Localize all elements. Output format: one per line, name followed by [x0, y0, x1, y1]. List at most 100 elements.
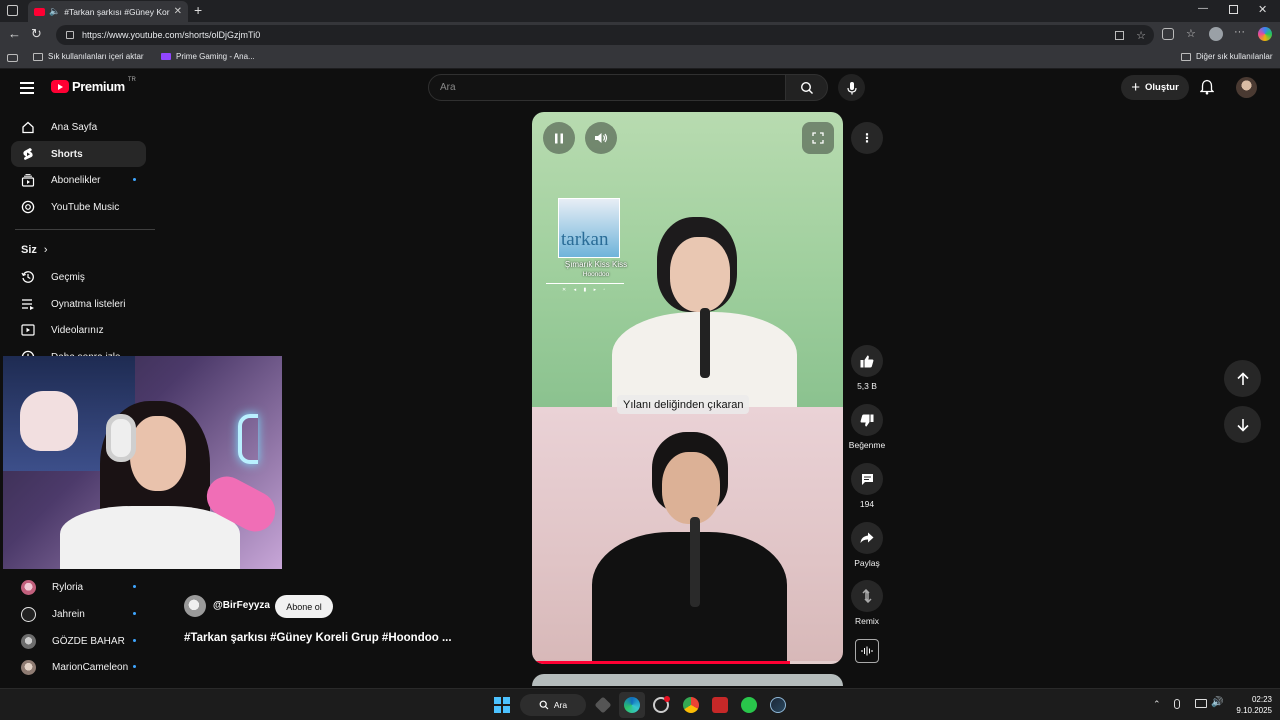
sidebar-item-label: Geçmiş — [51, 271, 85, 283]
short-title[interactable]: #Tarkan şarkısı #Güney Koreli Grup #Hoon… — [184, 632, 484, 644]
close-tab-icon[interactable]: ✕ — [174, 6, 182, 17]
search-button[interactable] — [785, 74, 828, 101]
like-count: 5,3 B — [857, 381, 877, 391]
channel-avatar — [21, 633, 36, 649]
your-videos-icon — [21, 323, 35, 337]
app-icon-5[interactable] — [712, 697, 728, 713]
volume-tray-icon[interactable]: 🔊 — [1211, 697, 1223, 708]
close-window-icon[interactable]: ✕ — [1258, 3, 1267, 16]
browser-tab[interactable]: 🔈 #Tarkan şarkısı #Güney Korel ✕ — [28, 1, 188, 22]
app-available-icon[interactable] — [1115, 30, 1124, 40]
channel-avatar — [21, 659, 36, 675]
other-favorites-link[interactable]: Diğer sık kullanılanlar — [1181, 52, 1272, 61]
more-options-icon[interactable]: ··· — [1234, 26, 1245, 38]
voice-search-button[interactable] — [838, 74, 865, 101]
tab-strip-icon[interactable] — [7, 54, 18, 62]
sidebar-item-playlists[interactable]: Oynatma listeleri — [11, 291, 146, 317]
channel-avatar — [21, 606, 36, 622]
caption-text: Yılanı deliğinden çıkaran — [623, 398, 744, 411]
search-input[interactable]: Ara — [428, 74, 786, 101]
bookmarks-bar: Sık kullanılanları içeri aktar Prime Gam… — [0, 48, 1280, 69]
sidebar-subscription-ryloria[interactable]: Ryloria — [11, 574, 146, 600]
subscriptions-icon — [21, 173, 35, 187]
address-bar[interactable]: https://www.youtube.com/shorts/olDjGzjmT… — [56, 25, 1154, 45]
previous-short-button[interactable] — [1224, 360, 1261, 397]
dislike-button[interactable] — [851, 404, 883, 436]
account-avatar[interactable] — [1236, 77, 1257, 98]
app-icon-1[interactable] — [594, 696, 612, 714]
sidebar-subscription-gozde-bahar[interactable]: GÖZDE BAHAR — [11, 628, 146, 654]
sidebar-item-your-videos[interactable]: Videolarınız — [11, 317, 146, 343]
channel-name[interactable]: @BirFeyyza — [213, 600, 270, 611]
profile-avatar[interactable] — [1209, 27, 1223, 41]
volume-button[interactable] — [585, 122, 617, 154]
remix-button[interactable] — [851, 580, 883, 612]
sidebar-item-shorts[interactable]: Shorts — [11, 141, 146, 167]
minimize-icon[interactable]: — — [1198, 3, 1208, 14]
volume-icon — [595, 133, 608, 143]
app-icon-6[interactable] — [741, 697, 757, 713]
copilot-icon[interactable] — [1258, 27, 1272, 41]
more-actions-button[interactable]: ⋮ — [851, 122, 883, 154]
import-favorites-link[interactable]: Sık kullanılanları içeri aktar — [33, 52, 144, 61]
tab-actions-icon[interactable] — [7, 5, 18, 16]
share-icon — [860, 532, 874, 543]
restore-icon[interactable] — [1229, 5, 1238, 14]
singer-top-microphone — [700, 308, 710, 378]
new-tab-icon[interactable]: + — [194, 2, 202, 18]
webcam-person-face — [130, 416, 186, 491]
clock[interactable]: 02:23 9.10.2025 — [1228, 694, 1272, 716]
pause-icon — [555, 133, 563, 143]
short-video-player[interactable]: tarkan Şımarık Kiss Kiss Hoondoo ✕ ◂ ▮ ▸… — [532, 112, 843, 664]
edge-browser-icon[interactable] — [624, 697, 640, 713]
chevron-up-icon[interactable]: ⌃ — [1153, 699, 1161, 710]
audio-source-button[interactable] — [855, 639, 879, 663]
steam-icon[interactable] — [770, 697, 786, 713]
taskbar-search[interactable]: Ara — [520, 694, 586, 716]
remix-label: Remix — [854, 616, 880, 626]
crown-icon — [161, 53, 171, 60]
video-progress-track[interactable] — [532, 661, 843, 664]
pause-button[interactable] — [543, 122, 575, 154]
windows-start-icon[interactable] — [494, 697, 510, 713]
taskbar: Ara ⌃ 🔊 02:23 9.10.2025 — [0, 688, 1280, 720]
sidebar-subscription-jahrein[interactable]: Jahrein — [11, 601, 146, 627]
clock-time: 02:23 — [1251, 695, 1272, 704]
extensions-icon[interactable] — [1162, 28, 1174, 40]
like-button[interactable] — [851, 345, 883, 377]
fullscreen-button[interactable] — [802, 122, 834, 154]
album-cover: tarkan — [558, 198, 620, 258]
folder-import-icon — [33, 52, 43, 61]
sidebar-item-home[interactable]: Ana Sayfa — [11, 114, 146, 140]
microphone-tray-icon[interactable] — [1174, 699, 1180, 709]
display-tray-icon[interactable] — [1195, 699, 1207, 708]
favorites-icon[interactable]: ☆ — [1186, 27, 1196, 40]
back-icon[interactable]: ← — [8, 26, 21, 41]
sidebar-item-label: Videolarınız — [51, 324, 104, 336]
create-button[interactable]: + Oluştur — [1121, 75, 1189, 100]
subscribe-button[interactable]: Abone ol — [275, 595, 333, 618]
favorite-star-icon[interactable]: ☆ — [1136, 29, 1146, 42]
notifications-button[interactable] — [1200, 79, 1214, 95]
sidebar-item-history[interactable]: Geçmiş — [11, 264, 146, 290]
youtube-favicon-icon — [34, 7, 45, 16]
sidebar-you-header[interactable]: Siz › — [11, 237, 146, 263]
menu-icon[interactable] — [20, 82, 34, 94]
share-button[interactable] — [851, 522, 883, 554]
next-short-button[interactable] — [1224, 406, 1261, 443]
singer-bottom-microphone — [690, 517, 700, 607]
comments-button[interactable] — [851, 463, 883, 495]
prime-gaming-link[interactable]: Prime Gaming - Ana... — [161, 52, 255, 61]
sidebar-item-label: Oynatma listeleri — [51, 298, 126, 310]
channel-avatar[interactable] — [184, 595, 206, 617]
sidebar-item-youtube-music[interactable]: YouTube Music — [11, 194, 146, 220]
sidebar-item-subscriptions[interactable]: Abonelikler — [11, 167, 146, 193]
refresh-icon[interactable]: ↻ — [31, 26, 42, 42]
sidebar-subscription-marioncameleon[interactable]: MarionCameleon — [11, 654, 146, 680]
chrome-icon[interactable] — [683, 697, 699, 713]
bell-icon — [1200, 79, 1214, 95]
next-short-preview[interactable] — [532, 674, 843, 686]
sidebar-item-label: Shorts — [51, 148, 83, 160]
speaker-icon[interactable]: 🔈 — [49, 6, 60, 17]
youtube-logo[interactable]: Premium TR — [51, 77, 136, 94]
